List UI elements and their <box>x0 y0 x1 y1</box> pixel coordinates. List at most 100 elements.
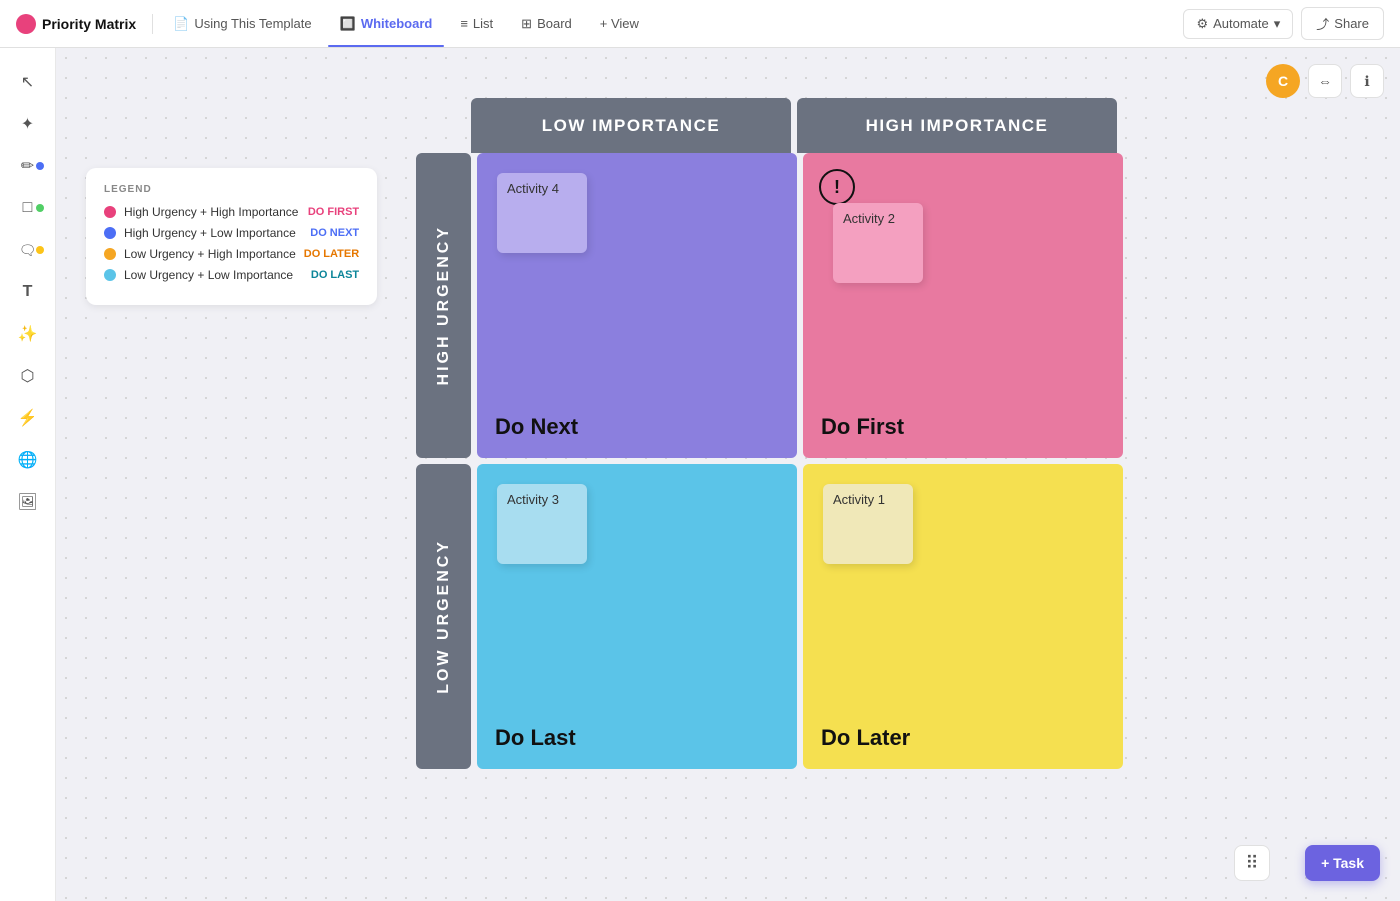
legend-badge-do-last: DO LAST <box>311 269 359 281</box>
cell-do-next[interactable]: Activity 4 Do Next <box>477 153 797 458</box>
sparkle-icon: ✨ <box>18 324 38 344</box>
pen-icon: ✏ <box>21 156 34 176</box>
comment-icon: 🗨 <box>19 242 37 259</box>
legend-label-do-next: High Urgency + Low Importance <box>124 226 302 240</box>
legend-badge-do-next: DO NEXT <box>310 227 359 239</box>
app-title: Priority Matrix <box>42 16 136 32</box>
legend-box: LEGEND High Urgency + High Importance DO… <box>86 168 377 305</box>
legend-title: LEGEND <box>104 184 359 195</box>
sticky-activity-4[interactable]: Activity 4 <box>497 173 587 253</box>
matrix-row-labels: HIGH URGENCY LOW URGENCY <box>416 153 471 769</box>
tab-using-template-icon: 📄 <box>173 16 189 32</box>
expand-icon[interactable]: ⇔ <box>1308 64 1342 98</box>
legend-badge-do-later: DO LATER <box>304 248 359 260</box>
col-header-high-importance: HIGH IMPORTANCE <box>797 98 1117 153</box>
legend-item-do-later: Low Urgency + High Importance DO LATER <box>104 247 359 261</box>
cell-do-later[interactable]: Activity 1 Do Later <box>803 464 1123 769</box>
cell-do-last[interactable]: Activity 3 Do Last <box>477 464 797 769</box>
left-sidebar: ↖ ✦ ✏ □ 🗨 T ✨ ⬡ ⚡ 🌐 🖼 <box>0 48 56 901</box>
matrix-col-headers: LOW IMPORTANCE HIGH IMPORTANCE <box>471 98 1123 153</box>
share-icon: ⤴ <box>1316 14 1329 33</box>
image-icon: 🖼 <box>17 492 37 512</box>
tab-list[interactable]: ≡ List <box>448 10 505 37</box>
row-header-low-urgency: LOW URGENCY <box>416 464 471 769</box>
legend-label-do-later: Low Urgency + High Importance <box>124 247 296 261</box>
cursor-icon: ↖ <box>21 72 34 92</box>
nodes-icon: ⬡ <box>21 366 35 386</box>
user-avatar[interactable]: C <box>1266 64 1300 98</box>
sticky-activity-1[interactable]: Activity 1 <box>823 484 913 564</box>
tab-whiteboard-icon: 🔲 <box>340 16 356 32</box>
sticky-activity-3-label: Activity 3 <box>507 492 559 507</box>
add-task-button[interactable]: + Task <box>1305 845 1380 881</box>
legend-dot-do-next <box>104 227 116 239</box>
tab-view[interactable]: + View <box>588 10 651 37</box>
tool-nodes[interactable]: ⬡ <box>10 358 46 394</box>
tool-image[interactable]: 🖼 <box>10 484 46 520</box>
nav-right: ⚙ Automate ▾ ⤴ Share <box>1183 7 1384 40</box>
legend-badge-do-first: DO FIRST <box>308 206 359 218</box>
tab-board-icon: ⊞ <box>521 16 532 32</box>
tool-sparkle[interactable]: ✨ <box>10 316 46 352</box>
automate-label: Automate <box>1213 16 1269 31</box>
matrix-grid: Activity 4 Do Next ! Activity 2 Do First… <box>477 153 1123 769</box>
sticky-activity-4-label: Activity 4 <box>507 181 559 196</box>
sticky-activity-2[interactable]: Activity 2 <box>833 203 923 283</box>
main-canvas[interactable]: C ⇔ ℹ LEGEND High Urgency + High Importa… <box>56 48 1400 901</box>
share-label: Share <box>1334 16 1369 31</box>
rect-icon: □ <box>23 199 33 217</box>
tab-board-label: Board <box>537 16 572 31</box>
tab-whiteboard[interactable]: 🔲 Whiteboard <box>328 10 445 38</box>
grid-icon: ⠿ <box>1245 853 1258 874</box>
tool-magic[interactable]: ✦ <box>10 106 46 142</box>
cell-do-next-label: Do Next <box>495 414 578 440</box>
legend-dot-do-first <box>104 206 116 218</box>
cell-do-later-label: Do Later <box>821 725 910 751</box>
tool-text[interactable]: T <box>10 274 46 310</box>
legend-dot-do-last <box>104 269 116 281</box>
info-button[interactable]: ℹ <box>1350 64 1384 98</box>
row-header-high-urgency: HIGH URGENCY <box>416 153 471 458</box>
share-button[interactable]: ⤴ Share <box>1301 7 1384 40</box>
magic-icon: ✦ <box>21 114 34 134</box>
tool-cursor[interactable]: ↖ <box>10 64 46 100</box>
tab-board[interactable]: ⊞ Board <box>509 10 584 38</box>
sticky-activity-1-label: Activity 1 <box>833 492 885 507</box>
tab-view-label: + View <box>600 16 639 31</box>
priority-matrix: LOW IMPORTANCE HIGH IMPORTANCE HIGH URGE… <box>416 98 1123 769</box>
sticky-activity-2-label: Activity 2 <box>843 211 895 226</box>
legend-label-do-last: Low Urgency + Low Importance <box>124 268 303 282</box>
legend-item-do-last: Low Urgency + Low Importance DO LAST <box>104 268 359 282</box>
tab-list-label: List <box>473 16 493 31</box>
tab-list-icon: ≡ <box>460 16 468 31</box>
nav-divider <box>152 14 153 34</box>
info-icon: ℹ <box>1364 73 1369 90</box>
legend-item-do-first: High Urgency + High Importance DO FIRST <box>104 205 359 219</box>
legend-dot-do-later <box>104 248 116 260</box>
tool-rect[interactable]: □ <box>10 190 46 226</box>
top-nav: Priority Matrix 📄 Using This Template 🔲 … <box>0 0 1400 48</box>
automate-button[interactable]: ⚙ Automate ▾ <box>1183 9 1293 39</box>
automate-chevron-icon: ▾ <box>1274 16 1281 32</box>
pen-dot <box>36 162 44 170</box>
matrix-body: HIGH URGENCY LOW URGENCY Activity 4 Do N… <box>416 153 1123 769</box>
legend-label-do-first: High Urgency + High Importance <box>124 205 300 219</box>
expand-arrows-icon: ⇔ <box>1318 73 1332 89</box>
add-task-label: + Task <box>1321 855 1364 871</box>
tab-whiteboard-label: Whiteboard <box>361 16 433 31</box>
sticky-activity-3[interactable]: Activity 3 <box>497 484 587 564</box>
text-icon: T <box>23 283 33 301</box>
grid-dots-button[interactable]: ⠿ <box>1234 845 1270 881</box>
cell-do-first-label: Do First <box>821 414 904 440</box>
automate-icon: ⚙ <box>1196 16 1208 32</box>
tab-using-template[interactable]: 📄 Using This Template <box>161 10 324 38</box>
tool-pen[interactable]: ✏ <box>10 148 46 184</box>
tool-globe[interactable]: 🌐 <box>10 442 46 478</box>
alert-icon: ! <box>819 169 855 205</box>
lightning-icon: ⚡ <box>18 408 38 428</box>
cell-do-first[interactable]: ! Activity 2 Do First <box>803 153 1123 458</box>
tool-lightning[interactable]: ⚡ <box>10 400 46 436</box>
globe-icon: 🌐 <box>18 450 38 470</box>
low-urgency-label: LOW URGENCY <box>435 539 453 694</box>
tool-comment[interactable]: 🗨 <box>10 232 46 268</box>
